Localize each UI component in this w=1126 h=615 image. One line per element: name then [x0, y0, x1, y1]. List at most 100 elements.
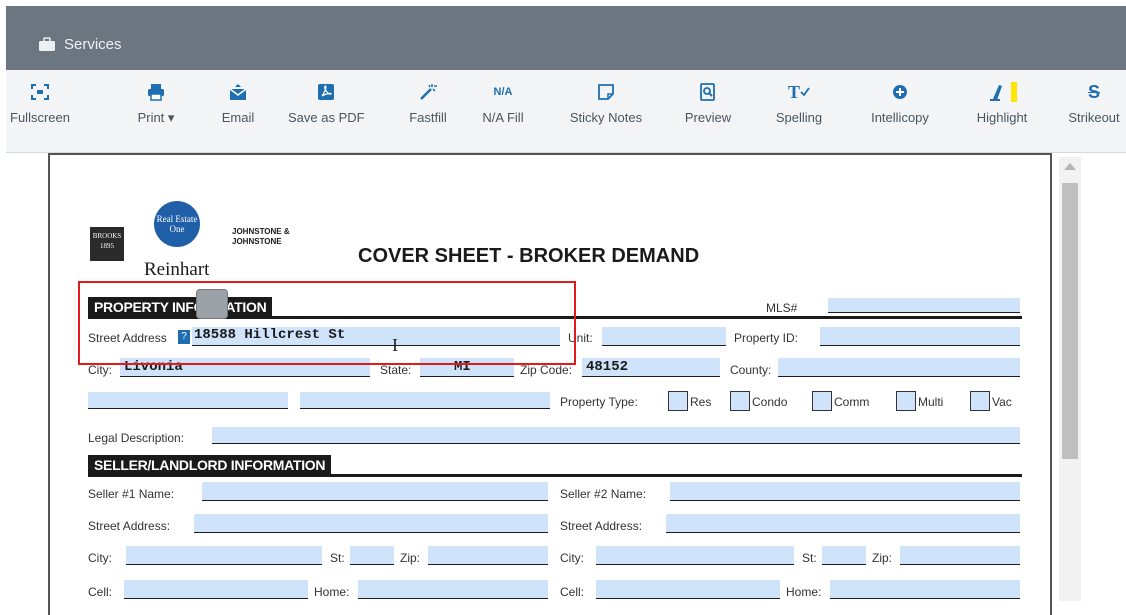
seller2-cell-label: Cell:: [560, 585, 585, 599]
seller2-street-label: Street Address:: [560, 519, 643, 533]
state-label: State:: [380, 363, 412, 377]
seller2-zip-label: Zip:: [872, 551, 893, 565]
na-icon: N/A: [493, 86, 513, 98]
vertical-scrollbar[interactable]: [1059, 157, 1081, 601]
seller2-street-field[interactable]: [666, 514, 1020, 533]
seller2-name-field[interactable]: [670, 482, 1020, 501]
app-title: Services: [64, 36, 122, 53]
preview-button[interactable]: Preview: [682, 78, 734, 125]
email-button[interactable]: Email: [218, 78, 258, 125]
seller1-zip-field[interactable]: [428, 546, 548, 565]
strikeout-button[interactable]: S Strikeout: [1062, 78, 1126, 126]
seller1-name-field[interactable]: [202, 482, 548, 501]
property-type-comm-checkbox[interactable]: [812, 391, 832, 411]
spelling-button[interactable]: T Spelling: [774, 78, 824, 126]
seller1-street-label: Street Address:: [88, 519, 171, 533]
seller2-city-label: City:: [560, 551, 584, 565]
seller1-street-field[interactable]: [194, 514, 548, 533]
sticky-notes-button[interactable]: Sticky Notes: [562, 78, 650, 125]
property-type-res-label: Res: [690, 395, 712, 409]
printer-icon: [128, 78, 184, 106]
unit-field[interactable]: [602, 327, 726, 346]
seller-divider: [88, 474, 1022, 477]
preview-icon: [682, 78, 734, 106]
document-title: COVER SHEET - BROKER DEMAND: [358, 245, 700, 267]
highlight-label: Highlight: [976, 110, 1028, 125]
property-type-res-checkbox[interactable]: [668, 391, 688, 411]
mls-field[interactable]: [828, 298, 1020, 313]
extra-field-1[interactable]: [88, 392, 288, 409]
extra-field-2[interactable]: [300, 392, 550, 409]
county-label: County:: [730, 363, 772, 377]
seller1-home-label: Home:: [314, 585, 350, 599]
strikeout-icon: S: [1087, 81, 1100, 102]
preview-label: Preview: [684, 110, 732, 125]
toolbar: Fullscreen Print ▾ Email Save as PDF Fas…: [6, 70, 1126, 153]
property-id-label: Property ID:: [734, 331, 799, 345]
seller2-home-label: Home:: [786, 585, 822, 599]
fastfill-label: Fastfill: [409, 110, 447, 125]
sticky-note-icon: [562, 78, 650, 106]
property-type-vac-checkbox[interactable]: [970, 391, 990, 411]
property-type-multi-label: Multi: [918, 395, 944, 409]
seller2-cell-field[interactable]: [596, 580, 780, 599]
spelling-icon: T: [774, 78, 824, 106]
scroll-thumb[interactable]: [1062, 183, 1078, 459]
seller1-st-label: St:: [330, 551, 345, 565]
zip-code-label: Zip Code:: [520, 363, 573, 377]
seller2-home-field[interactable]: [830, 580, 1020, 599]
seller1-city-field[interactable]: [126, 546, 322, 565]
pdf-icon: [288, 78, 364, 106]
real-estate-one-logo: Real Estate One: [154, 201, 200, 247]
property-id-field[interactable]: [820, 327, 1020, 346]
save-as-pdf-label: Save as PDF: [288, 110, 365, 125]
fullscreen-label: Fullscreen: [10, 110, 70, 125]
briefcase-icon: [39, 37, 55, 51]
seller1-name-label: Seller #1 Name:: [88, 487, 175, 501]
envelope-icon: [218, 78, 258, 106]
top-bar: Services: [6, 6, 1126, 70]
na-fill-button[interactable]: N/A N/A Fill: [478, 78, 528, 125]
seller2-name-label: Seller #2 Name:: [560, 487, 647, 501]
print-label: Print ▾: [137, 110, 175, 125]
magic-wand-icon: [406, 78, 450, 106]
seller2-city-field[interactable]: [596, 546, 794, 565]
fullscreen-icon: [10, 78, 70, 106]
property-type-comm-label: Comm: [834, 395, 870, 409]
seller2-st-field[interactable]: [822, 546, 866, 565]
services-menu[interactable]: Services: [38, 36, 122, 53]
seller2-zip-field[interactable]: [900, 546, 1020, 565]
fullscreen-button[interactable]: Fullscreen: [10, 78, 70, 125]
highlight-box: [78, 281, 576, 365]
city-label: City:: [88, 363, 112, 377]
county-field[interactable]: [778, 358, 1020, 377]
seller1-cell-label: Cell:: [88, 585, 113, 599]
legal-description-field[interactable]: [212, 427, 1020, 444]
strikeout-label: Strikeout: [1068, 110, 1120, 125]
seller-info-heading: SELLER/LANDLORD INFORMATION: [88, 455, 332, 475]
fastfill-button[interactable]: Fastfill: [406, 78, 450, 125]
reinhart-logo: Reinhart: [144, 259, 210, 280]
seller1-st-field[interactable]: [350, 546, 394, 565]
save-as-pdf-button[interactable]: Save as PDF: [288, 78, 365, 125]
zip-code-value: 48152: [586, 359, 629, 375]
document-viewer: BROOKS 1895 Real Estate One Reinhart JOHN…: [6, 153, 1126, 615]
property-type-condo-checkbox[interactable]: [730, 391, 750, 411]
property-type-condo-label: Condo: [752, 395, 788, 409]
intellicopy-button[interactable]: Intellicopy: [862, 78, 938, 125]
seller1-home-field[interactable]: [358, 580, 548, 599]
intellicopy-label: Intellicopy: [871, 110, 929, 125]
seller2-st-label: St:: [802, 551, 817, 565]
scroll-up-icon[interactable]: [1064, 163, 1076, 170]
intellicopy-icon: [862, 78, 938, 106]
seller1-cell-field[interactable]: [124, 580, 308, 599]
print-button[interactable]: Print ▾: [128, 78, 184, 126]
property-type-vac-label: Vac: [992, 395, 1012, 409]
highlighter-icon: [970, 78, 1034, 106]
brookside-logo: BROOKS 1895: [90, 227, 124, 261]
sticky-notes-label: Sticky Notes: [569, 110, 643, 125]
email-label: Email: [221, 110, 255, 125]
highlight-button[interactable]: Highlight: [970, 78, 1034, 125]
property-type-multi-checkbox[interactable]: [896, 391, 916, 411]
seller1-city-label: City:: [88, 551, 112, 565]
